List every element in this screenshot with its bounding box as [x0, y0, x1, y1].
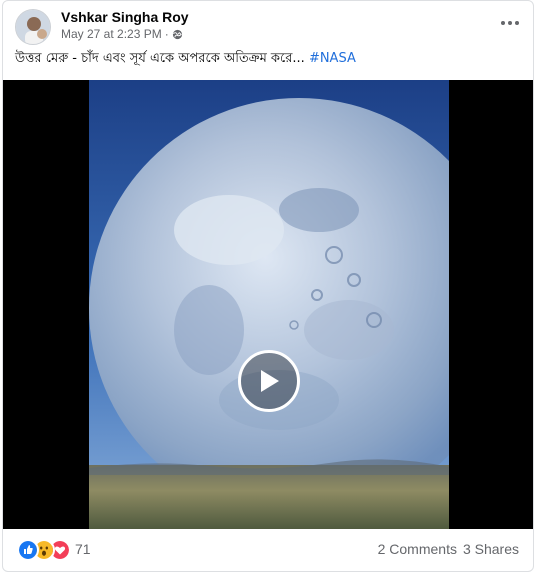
- post-stats: 2 Comments 3 Shares: [378, 541, 519, 557]
- reaction-count: 71: [75, 541, 91, 557]
- moon-image: [89, 80, 449, 529]
- comments-count-link[interactable]: 2 Comments: [378, 541, 457, 557]
- post-footer: 71 2 Comments 3 Shares: [3, 529, 533, 571]
- post-meta: May 27 at 2:23 PM ·: [61, 27, 183, 41]
- post-caption: উত্তর মেরু - চাঁদ এবং সূর্য একে অপরকে অত…: [3, 43, 533, 75]
- video-frame: [89, 80, 449, 529]
- reactions-summary[interactable]: 71: [17, 539, 91, 561]
- author-name[interactable]: Vshkar Singha Roy: [61, 9, 189, 25]
- globe-icon: [172, 29, 182, 39]
- more-options-icon[interactable]: [497, 13, 523, 33]
- video-player[interactable]: [3, 80, 533, 529]
- post-header: Vshkar Singha Roy May 27 at 2:23 PM ·: [3, 1, 533, 45]
- caption-text: উত্তর মেরু - চাঁদ এবং সূর্য একে অপরকে অত…: [15, 51, 305, 66]
- play-button[interactable]: [238, 350, 300, 412]
- post-card: Vshkar Singha Roy May 27 at 2:23 PM · উত…: [2, 0, 534, 572]
- hashtag-link[interactable]: #NASA: [309, 51, 356, 66]
- play-icon: [261, 370, 279, 392]
- like-icon: [17, 539, 39, 561]
- post-timestamp[interactable]: May 27 at 2:23 PM: [61, 27, 162, 41]
- shares-count-link[interactable]: 3 Shares: [463, 541, 519, 557]
- avatar[interactable]: [15, 9, 51, 45]
